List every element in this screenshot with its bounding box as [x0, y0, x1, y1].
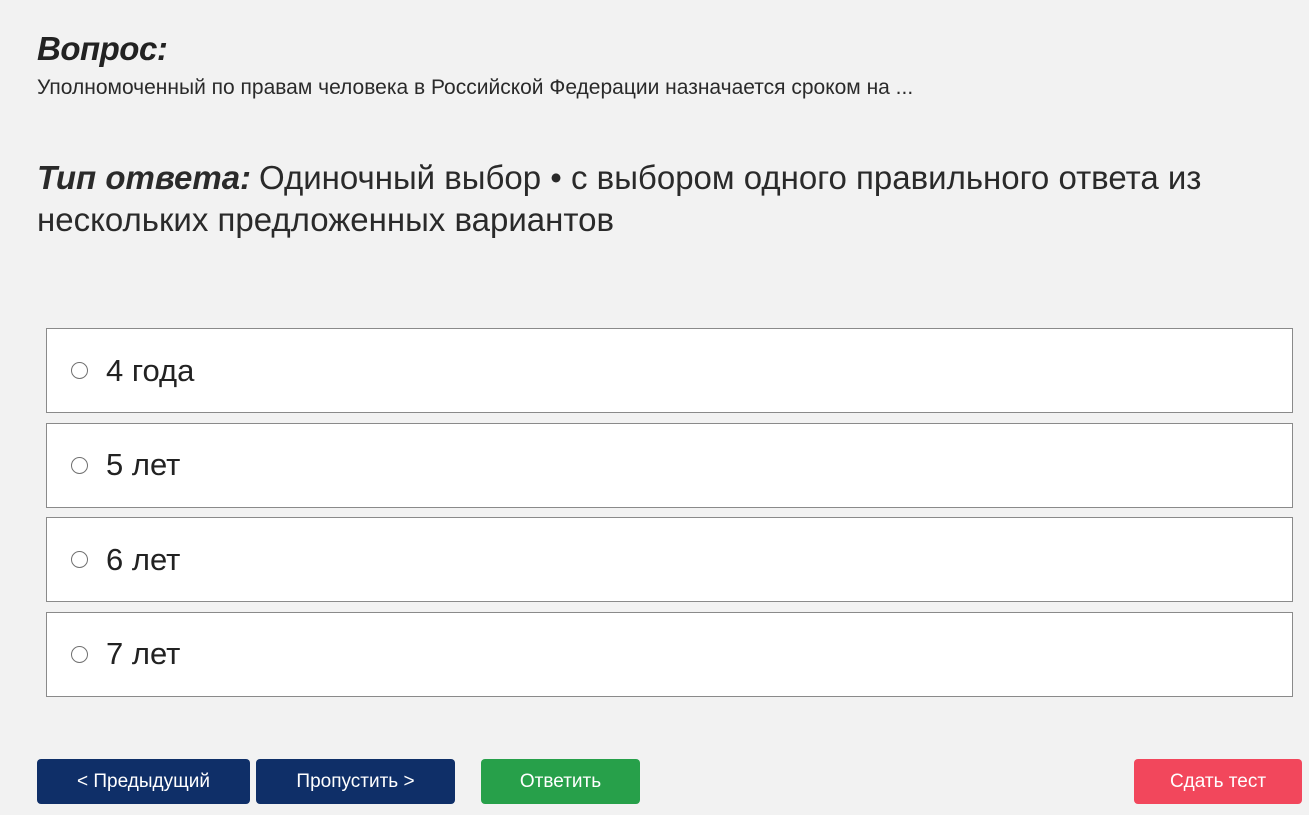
skip-button[interactable]: Пропустить > — [256, 759, 455, 804]
option-label: 6 лет — [106, 541, 181, 577]
option-label: 7 лет — [106, 636, 181, 671]
answer-button[interactable]: Ответить — [481, 759, 640, 804]
submit-test-button[interactable]: Сдать тест — [1134, 759, 1302, 804]
radio-button[interactable] — [71, 362, 88, 379]
answer-type: Тип ответа: Одиночный выбор • с выбором о… — [37, 157, 1257, 241]
previous-button[interactable]: < Предыдущий — [37, 759, 250, 804]
answer-option-1[interactable]: 4 года — [46, 328, 1293, 413]
question-text: Уполномоченный по правам человека в Росс… — [37, 76, 914, 99]
radio-button[interactable] — [71, 645, 88, 663]
answer-options: 4 года 5 лет 6 лет 7 лет — [46, 328, 1293, 706]
answer-option-2[interactable]: 5 лет — [46, 422, 1293, 508]
answer-type-label: Тип ответа: — [37, 159, 252, 196]
answer-option-4[interactable]: 7 лет — [46, 611, 1293, 697]
radio-button[interactable] — [71, 551, 88, 568]
option-label: 5 лет — [106, 447, 181, 482]
answer-option-3[interactable]: 6 лет — [46, 517, 1293, 602]
radio-button[interactable] — [71, 456, 88, 474]
question-heading: Вопрос: — [37, 30, 168, 67]
option-label: 4 года — [106, 352, 195, 388]
